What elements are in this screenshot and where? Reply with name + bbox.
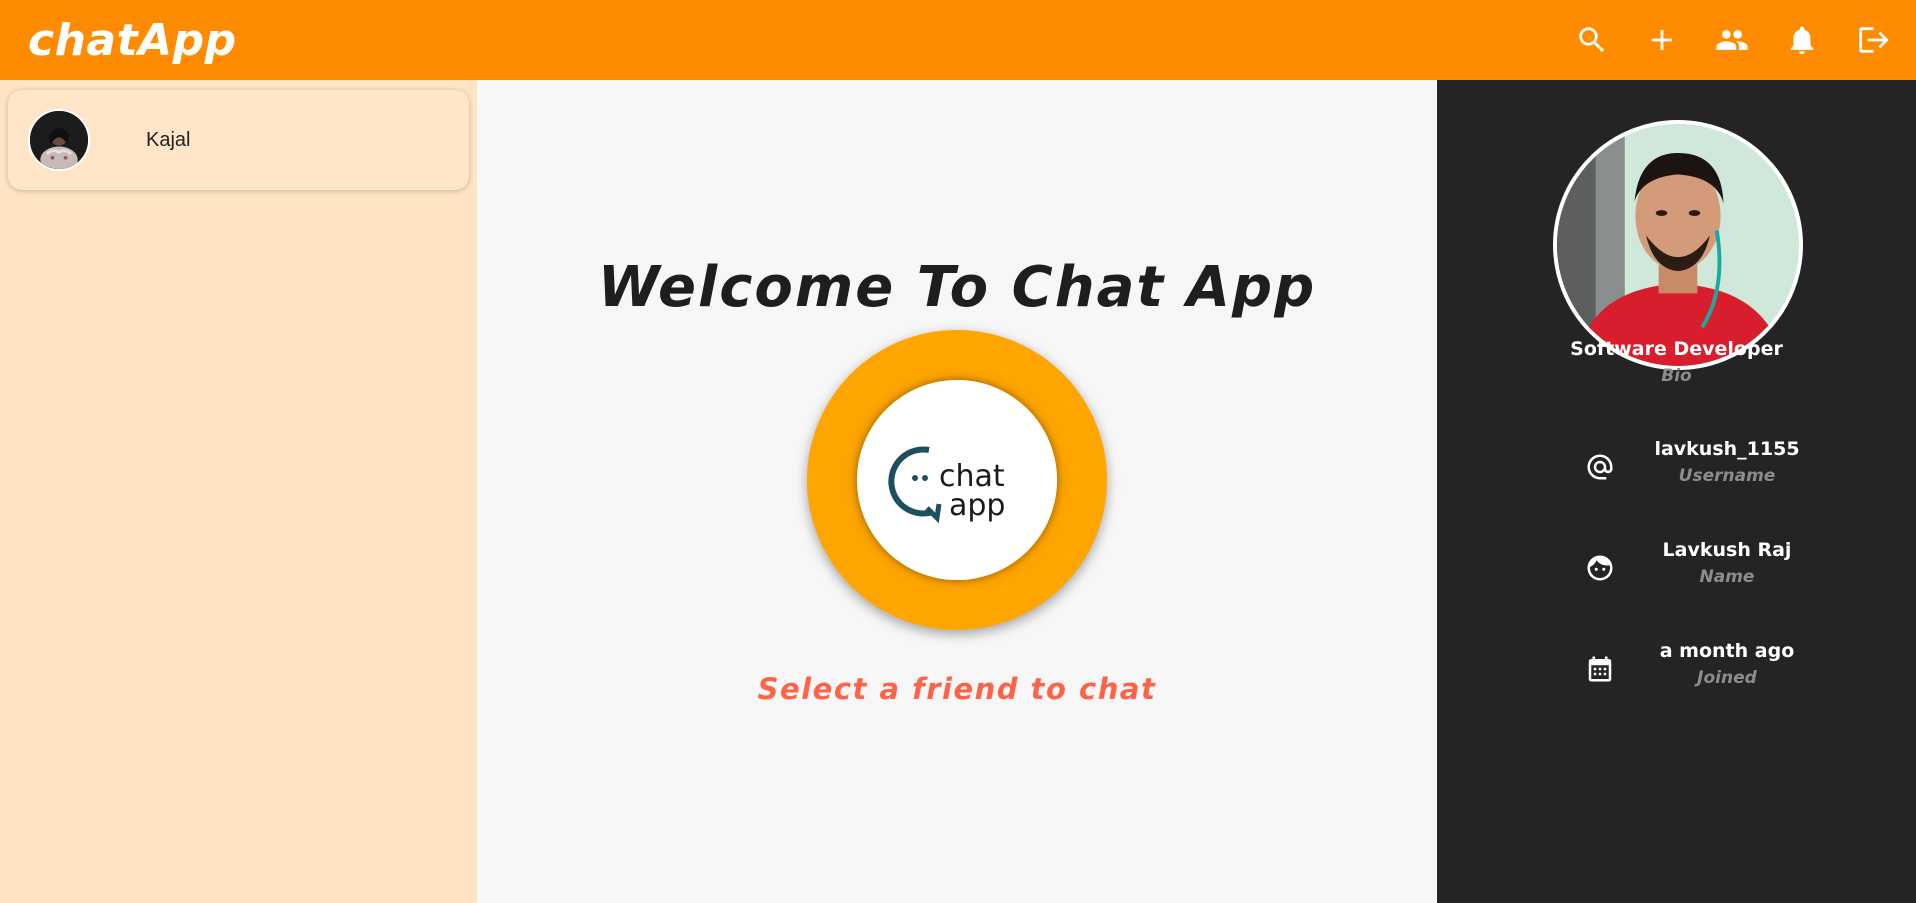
top-bar: chatApp — [0, 0, 1916, 80]
chat-app-logo: chat app — [857, 380, 1057, 580]
logout-icon — [1859, 27, 1889, 53]
contacts-sidebar: Kajal — [0, 80, 477, 903]
profile-photo-icon — [1557, 124, 1799, 366]
profile-panel: Software Developer Bio lavkush_1155 User… — [1437, 80, 1916, 903]
username-label: Username — [1678, 466, 1776, 486]
name-label: Name — [1699, 567, 1755, 587]
friends-button[interactable] — [1714, 22, 1750, 58]
search-icon — [1579, 27, 1605, 53]
username-value: lavkush_1155 — [1654, 438, 1800, 460]
calendar-icon — [1585, 654, 1615, 684]
svg-text:app: app — [949, 488, 1005, 523]
notifications-button[interactable] — [1784, 22, 1820, 58]
bio-block: Software Developer Bio — [1437, 338, 1916, 386]
bio-value: Software Developer — [1570, 338, 1783, 360]
face-icon — [1585, 553, 1615, 583]
people-icon — [1716, 30, 1748, 50]
contact-avatar — [28, 109, 90, 171]
avatar-photo-icon — [30, 111, 88, 169]
bell-icon — [1790, 26, 1814, 55]
app-brand: chatApp — [28, 14, 237, 66]
joined-text: a month ago Joined — [1627, 640, 1827, 688]
joined-value: a month ago — [1659, 640, 1795, 662]
welcome-heading: Welcome To Chat App — [597, 255, 1317, 320]
joined-label: Joined — [1697, 668, 1757, 688]
logo-ring: chat app — [807, 330, 1107, 630]
contact-name: Kajal — [146, 128, 191, 151]
contact-item[interactable]: Kajal — [8, 90, 469, 190]
add-button[interactable] — [1644, 22, 1680, 58]
logout-button[interactable] — [1854, 22, 1890, 58]
profile-avatar[interactable] — [1553, 120, 1803, 370]
chat-main: Welcome To Chat App chat app Select a fr… — [477, 80, 1437, 903]
name-value: Lavkush Raj — [1662, 539, 1792, 561]
name-text: Lavkush Raj Name — [1627, 539, 1827, 587]
username-text: lavkush_1155 Username — [1627, 438, 1827, 486]
search-button[interactable] — [1574, 22, 1610, 58]
at-icon — [1585, 452, 1615, 482]
joined-row: a month ago Joined — [1437, 640, 1916, 700]
bio-label: Bio — [1661, 366, 1692, 386]
top-actions — [1574, 22, 1890, 58]
select-friend-prompt: Select a friend to chat — [757, 672, 1157, 706]
username-row: lavkush_1155 Username — [1437, 438, 1916, 498]
name-row: Lavkush Raj Name — [1437, 539, 1916, 599]
chat-bubble-logo-icon: chat app — [857, 380, 1057, 580]
plus-icon — [1652, 30, 1672, 50]
